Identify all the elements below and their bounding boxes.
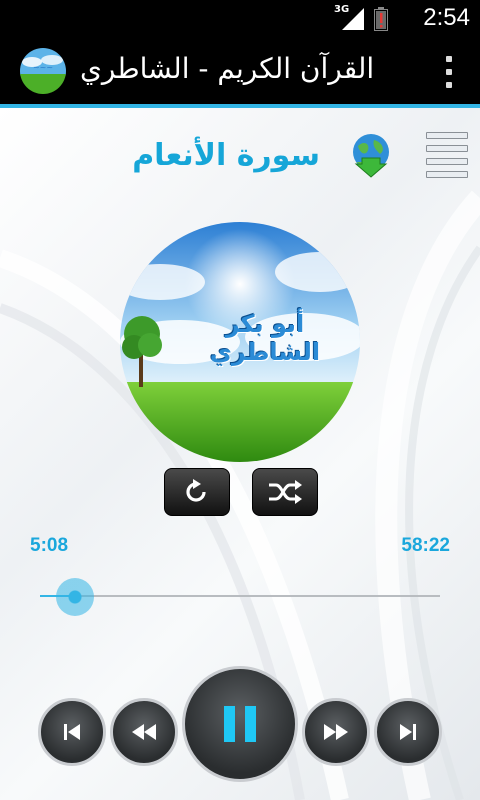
clock: 2:54 <box>423 4 470 31</box>
action-bar: ~~~ القرآن الكريم - الشاطري <box>0 38 480 108</box>
svg-text:~~~: ~~~ <box>33 63 53 72</box>
artwork-caption: أبو بكر الشاطري <box>209 310 321 366</box>
album-artwork: أبو بكر الشاطري <box>120 222 360 462</box>
pause-icon <box>224 706 256 742</box>
globe-download-icon[interactable] <box>348 132 394 178</box>
pause-button[interactable] <box>182 666 298 782</box>
status-bar: 3G 2:54 <box>0 0 480 38</box>
surah-title: سورة الأنعام <box>132 138 320 173</box>
battery-low-icon <box>374 7 388 31</box>
elapsed-time: 5:08 <box>30 535 69 556</box>
rewind-button[interactable] <box>110 698 178 766</box>
overflow-menu-icon[interactable] <box>444 56 454 88</box>
skip-previous-icon <box>64 724 80 740</box>
rewind-icon <box>132 724 156 740</box>
shuffle-button[interactable] <box>252 468 318 516</box>
shuffle-icon <box>269 480 302 504</box>
playlist-menu-icon[interactable] <box>426 132 468 178</box>
total-duration: 58:22 <box>401 535 450 556</box>
app-title: القرآن الكريم - الشاطري <box>80 52 375 85</box>
repeat-icon <box>186 479 206 502</box>
network-type: 3G <box>334 4 350 15</box>
skip-previous-button[interactable] <box>38 698 106 766</box>
skip-next-button[interactable] <box>374 698 442 766</box>
status-icons: 3G <box>334 4 388 32</box>
signal-icon: 3G <box>334 4 368 32</box>
app-logo-icon[interactable]: ~~~ <box>20 48 66 94</box>
fast-forward-icon <box>324 724 348 740</box>
skip-next-icon <box>400 724 416 740</box>
repeat-button[interactable] <box>164 468 230 516</box>
fast-forward-button[interactable] <box>302 698 370 766</box>
seek-thumb[interactable] <box>56 578 95 616</box>
seek-bar[interactable] <box>40 595 440 597</box>
player-panel: سورة الأنعام أبو بكر الشاطري 5:08 58:22 <box>0 108 480 800</box>
